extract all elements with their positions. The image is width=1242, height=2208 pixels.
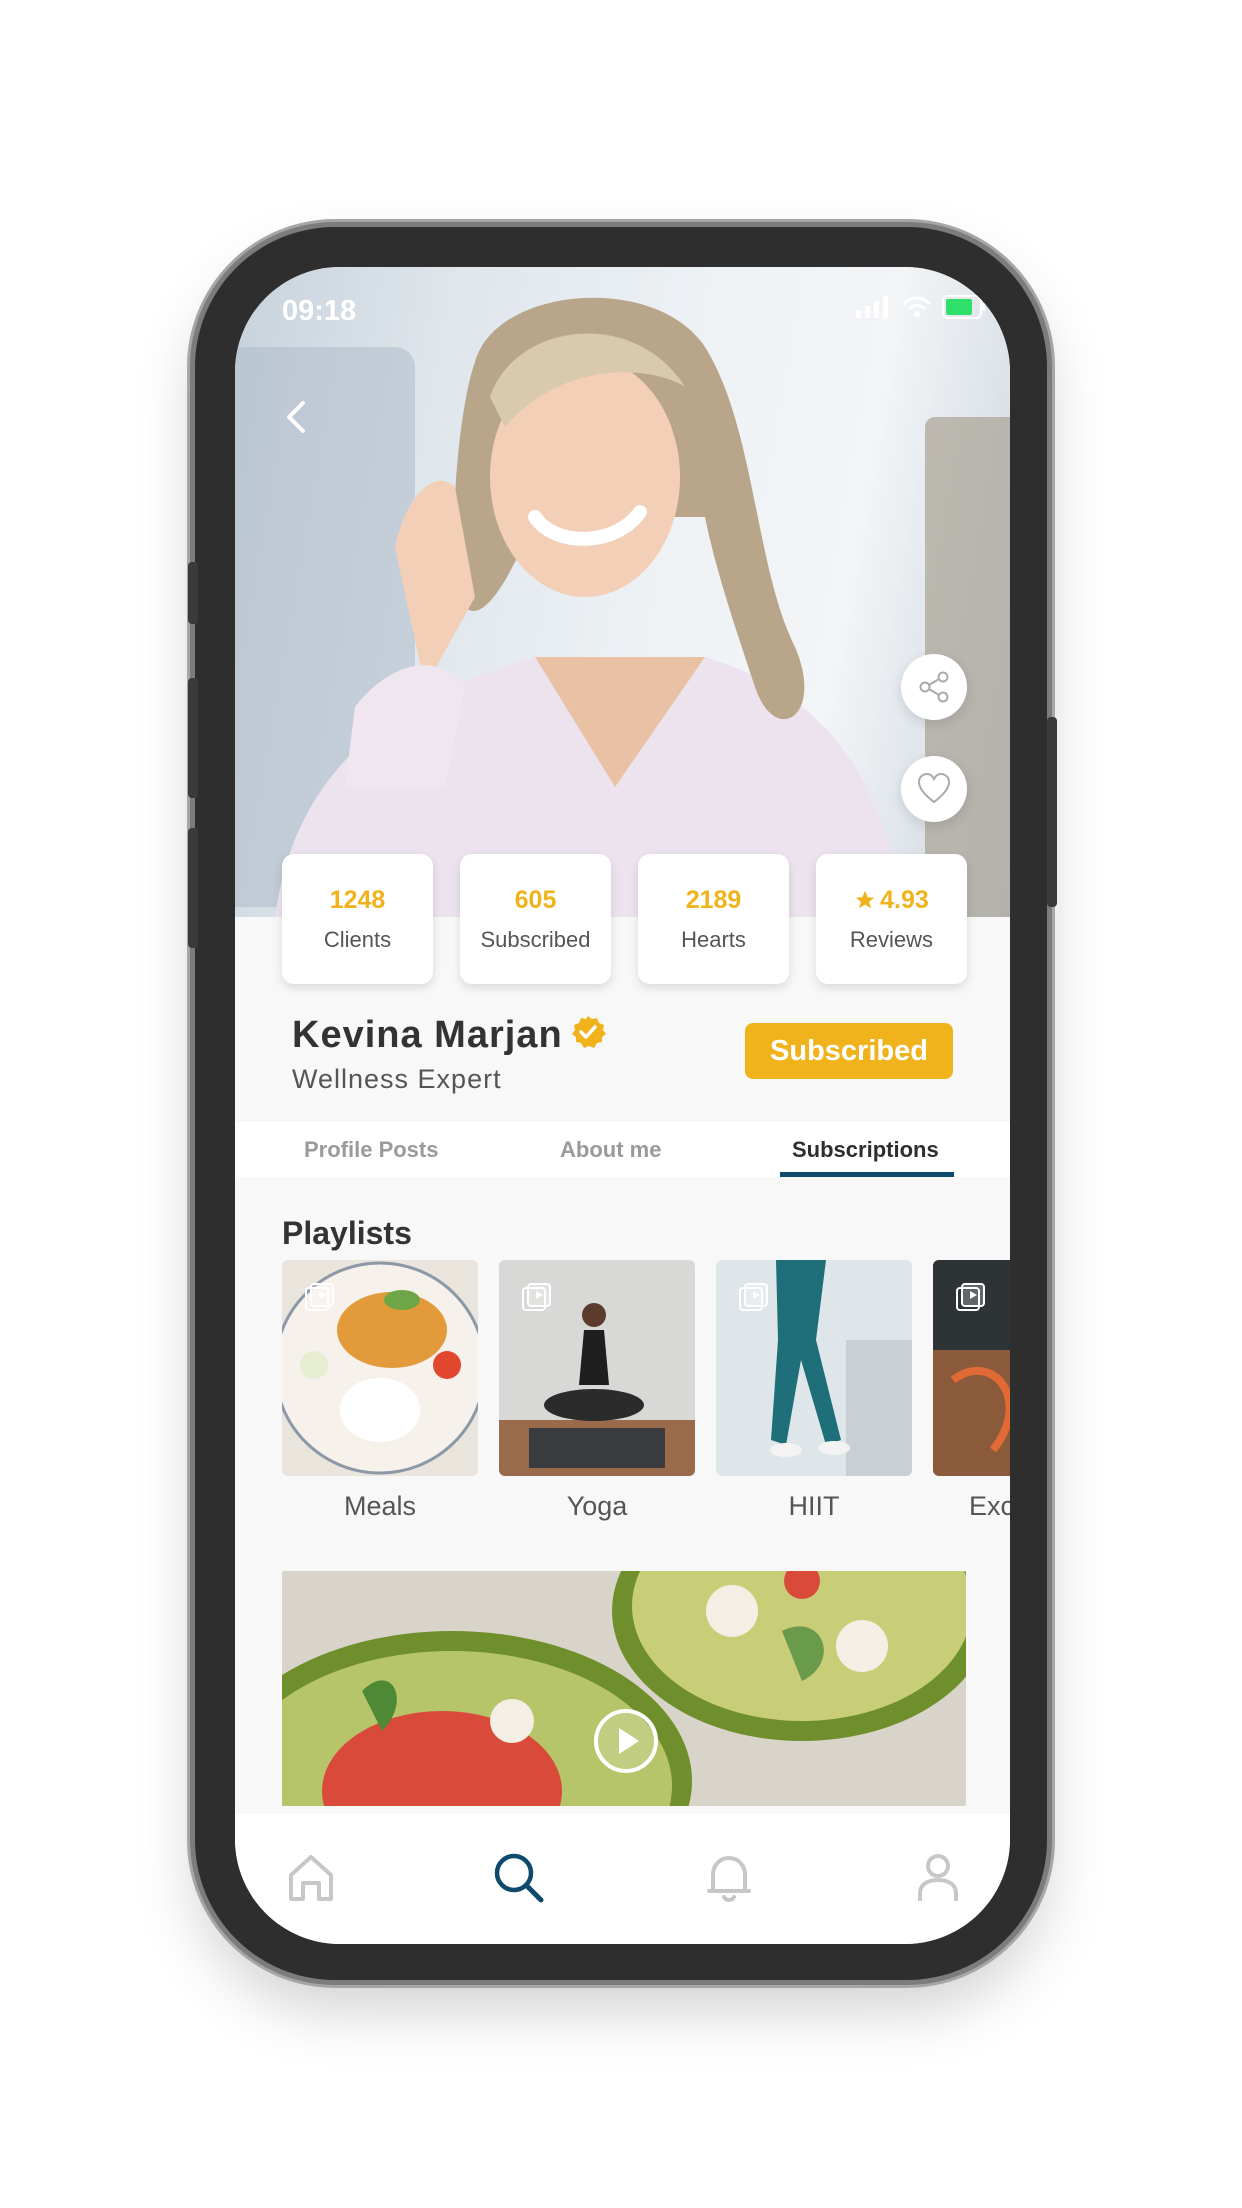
share-icon: [919, 671, 949, 703]
user-icon: [918, 1854, 958, 1901]
playlist-label: Meals: [343, 1491, 417, 1521]
stat-card-clients[interactable]: 1248 Clients: [282, 854, 433, 984]
stat-label: Reviews: [849, 926, 934, 952]
featured-video[interactable]: [282, 1571, 966, 1806]
stat-card-subscribed[interactable]: 605 Subscribed: [460, 854, 611, 984]
side-button: [188, 828, 198, 948]
bell-icon: [707, 1856, 751, 1902]
side-button: [188, 678, 198, 798]
playlist-item-hiit[interactable]: HIIT: [716, 1260, 912, 1522]
search-icon: [494, 1853, 544, 1903]
battery-icon: [942, 295, 985, 319]
playlist-icon: [739, 1283, 768, 1311]
favorite-button[interactable]: [901, 756, 967, 822]
tab-about-me[interactable]: About me: [560, 1137, 661, 1163]
portrait-photo: [275, 297, 905, 917]
chevron-left-icon: [287, 401, 305, 433]
stat-card-hearts[interactable]: 2189 Hearts: [638, 854, 789, 984]
profile-tabs: Profile Posts About me Subscriptions: [235, 1122, 1010, 1177]
bottom-nav: [235, 1814, 1010, 1944]
play-button[interactable]: [593, 1708, 659, 1774]
active-tab-indicator: [780, 1172, 954, 1177]
playlist-thumbnail: [499, 1260, 695, 1476]
tab-subscriptions[interactable]: Subscriptions: [792, 1137, 939, 1163]
stat-value: 4.93: [880, 885, 929, 914]
nav-search[interactable]: [490, 1849, 546, 1905]
playlist-label: Exc: [969, 1491, 1010, 1521]
playlist-item-exercise[interactable]: Exc: [933, 1260, 1010, 1522]
playlist-label: HIIT: [788, 1491, 840, 1521]
play-icon: [594, 1709, 658, 1773]
playlist-label: Yoga: [566, 1491, 628, 1521]
share-button[interactable]: [901, 654, 967, 720]
side-button: [188, 562, 198, 624]
home-icon: [289, 1855, 333, 1901]
profile-hero-image: 09:18: [235, 267, 1010, 917]
playlist-item-yoga[interactable]: Yoga: [499, 1260, 695, 1522]
subscribe-button[interactable]: Subscribed: [745, 1023, 953, 1079]
status-time: 09:18: [282, 295, 357, 327]
star-icon: [855, 890, 875, 909]
playlist-icon: [522, 1283, 551, 1311]
nav-notifications[interactable]: [701, 1849, 757, 1905]
wifi-icon: [902, 296, 932, 317]
profile-name: Kevina Marjan: [292, 1014, 563, 1056]
nav-home[interactable]: [283, 1849, 339, 1905]
signal-icon: [856, 296, 888, 318]
stat-label: Clients: [323, 926, 392, 952]
heart-icon: [917, 772, 951, 804]
stat-value-row: 4.93: [854, 886, 929, 915]
app-screen: 09:18 1248 Clients 605 Subscribed 2189 H…: [235, 267, 1010, 1944]
stat-value: 1248: [329, 885, 386, 914]
playlist-icon: [956, 1283, 985, 1311]
playlist-thumbnail: [933, 1260, 1010, 1476]
stat-card-reviews[interactable]: 4.93 Reviews: [816, 854, 967, 984]
playlist-item-meals[interactable]: Meals: [282, 1260, 478, 1522]
verified-icon: [572, 1016, 606, 1048]
profile-role: Wellness Expert: [292, 1064, 502, 1094]
stat-value: 2189: [685, 885, 742, 914]
back-button[interactable]: [277, 397, 317, 437]
stat-label: Subscribed: [480, 926, 591, 952]
playlist-thumbnail: [716, 1260, 912, 1476]
side-button: [1047, 717, 1057, 907]
stat-value: 605: [514, 885, 557, 914]
nav-profile[interactable]: [910, 1849, 966, 1905]
playlist-thumbnail: [282, 1260, 478, 1476]
section-title: Playlists: [282, 1215, 412, 1251]
stat-label: Hearts: [681, 926, 746, 952]
playlist-icon: [305, 1283, 334, 1311]
status-icons: [856, 295, 986, 319]
tab-profile-posts[interactable]: Profile Posts: [304, 1137, 438, 1163]
stats-row: 1248 Clients 605 Subscribed 2189 Hearts …: [282, 854, 967, 984]
